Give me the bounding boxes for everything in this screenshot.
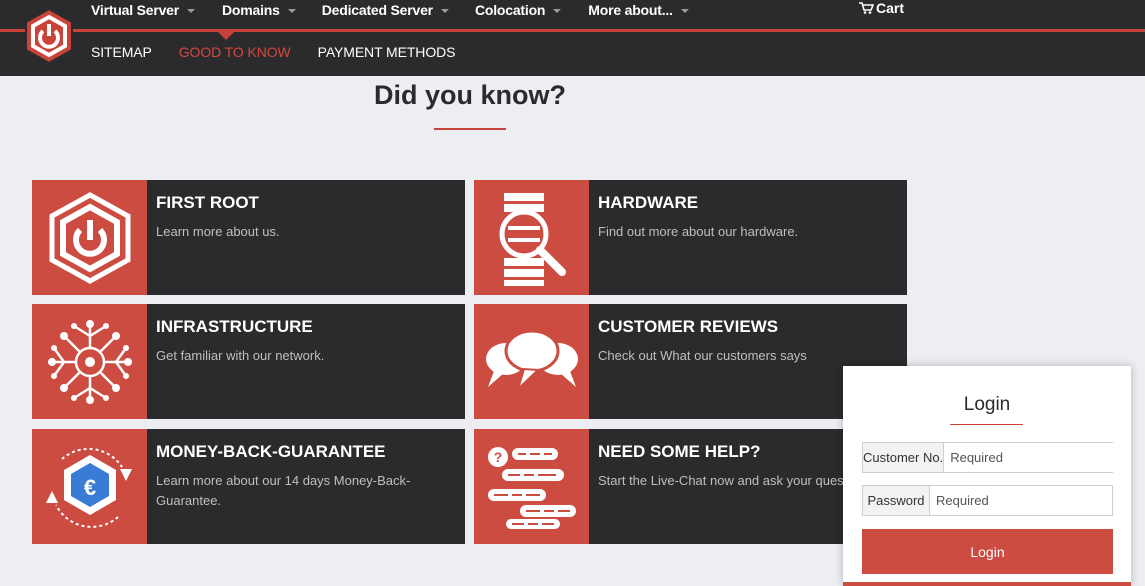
- card-description: Learn more about us.: [156, 224, 280, 239]
- sub-menu: SITEMAP GOOD TO KNOW PAYMENT METHODS: [91, 44, 482, 60]
- menu-item-domains[interactable]: Domains: [222, 2, 296, 18]
- active-tab-indicator: [218, 32, 234, 40]
- subnav-payment-methods[interactable]: PAYMENT METHODS: [318, 44, 456, 60]
- card-title: MONEY-BACK-GUARANTEE: [156, 442, 386, 461]
- menu-item-virtual-server[interactable]: Virtual Server: [91, 2, 195, 18]
- login-button[interactable]: Login: [862, 529, 1113, 574]
- speech-bubbles-icon: [485, 329, 578, 392]
- password-input[interactable]: [930, 486, 1112, 515]
- password-label: Password: [863, 486, 930, 515]
- chevron-down-icon: [553, 9, 562, 13]
- nav-accent-line: [0, 29, 1145, 32]
- first-root-logo-icon[interactable]: [24, 8, 74, 64]
- card-money-back-guarantee[interactable]: € MONEY-BACK-GUARANTEE Learn more about …: [32, 429, 465, 544]
- login-title-underline: [950, 424, 1023, 425]
- chevron-down-icon: [287, 9, 296, 13]
- euro-refund-icon: €: [45, 447, 132, 528]
- svg-text:€: €: [83, 475, 95, 500]
- card-description: Find out more about our hardware.: [598, 224, 799, 239]
- login-panel-accent-bar: [843, 582, 1131, 586]
- login-panel: Login Customer No. Password Login: [843, 366, 1131, 586]
- card-hardware[interactable]: HARDWARE Find out more about our hardwar…: [474, 180, 907, 295]
- menu-item-more-about[interactable]: More about...: [588, 2, 689, 18]
- customer-number-field: Customer No.: [862, 442, 1127, 473]
- power-hexagon-icon: [49, 191, 130, 284]
- card-first-root[interactable]: FIRST ROOT Learn more about us.: [32, 180, 465, 295]
- main-menu: Virtual Server Domains Dedicated Server …: [91, 0, 689, 20]
- card-description: Check out What our customers says: [598, 348, 807, 363]
- network-icon: [47, 319, 132, 404]
- shopping-cart-icon: [859, 2, 874, 14]
- chevron-down-icon: [680, 9, 689, 13]
- customer-number-label: Customer No.: [863, 443, 945, 472]
- login-title: Login: [963, 394, 1011, 415]
- svg-text:?: ?: [493, 449, 502, 465]
- chevron-down-icon: [440, 9, 449, 13]
- hardware-magnifier-icon: [499, 192, 566, 286]
- card-title: NEED SOME HELP?: [598, 442, 761, 461]
- top-navigation-bar: Virtual Server Domains Dedicated Server …: [0, 0, 1145, 76]
- subnav-good-to-know[interactable]: GOOD TO KNOW: [179, 44, 291, 60]
- menu-item-dedicated-server[interactable]: Dedicated Server: [322, 2, 449, 18]
- subnav-sitemap[interactable]: SITEMAP: [91, 44, 152, 60]
- card-title: CUSTOMER REVIEWS: [598, 317, 779, 336]
- customer-number-input[interactable]: [944, 443, 1127, 472]
- card-title: HARDWARE: [598, 193, 699, 212]
- menu-item-colocation[interactable]: Colocation: [475, 2, 562, 18]
- card-title: INFRASTRUCTURE: [156, 317, 313, 336]
- chat-help-icon: ?: [487, 446, 576, 529]
- cart-link[interactable]: Cart: [859, 0, 904, 16]
- chevron-down-icon: [187, 9, 195, 13]
- password-field: Password: [862, 485, 1113, 516]
- page-title: Did you know?: [374, 80, 566, 110]
- card-title: FIRST ROOT: [156, 193, 259, 212]
- title-underline: [434, 128, 506, 130]
- card-infrastructure[interactable]: INFRASTRUCTURE Get familiar with our net…: [32, 304, 465, 419]
- card-description: Learn more about our 14 days Money-Back-…: [156, 473, 411, 508]
- card-description: Get familiar with our network.: [156, 348, 325, 363]
